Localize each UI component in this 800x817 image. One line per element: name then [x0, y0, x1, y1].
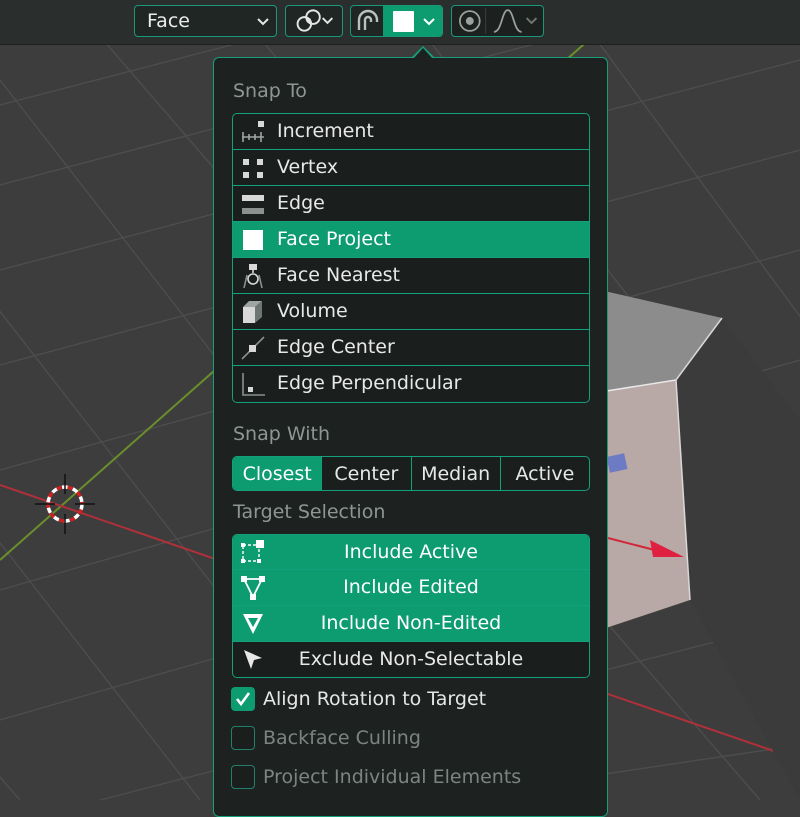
- proportional-editing-group[interactable]: [451, 5, 544, 37]
- snap-with-heading: Snap With: [233, 423, 330, 445]
- snap-to-label: Face Nearest: [277, 264, 400, 286]
- snap-to-edge-center[interactable]: Edge Center: [233, 330, 589, 366]
- snap-with-active[interactable]: Active: [501, 457, 589, 490]
- snap-target-value: Face: [147, 10, 190, 32]
- target-selection-list: Include Active Include Edited Include No…: [232, 534, 590, 678]
- target-exclude-non-selectable[interactable]: Exclude Non-Selectable: [233, 642, 589, 677]
- edge-perpendicular-icon: [242, 373, 265, 396]
- backface-culling-checkbox[interactable]: Backface Culling: [231, 723, 591, 753]
- snap-to-label: Edge Perpendicular: [277, 372, 462, 394]
- checkbox-box[interactable]: [231, 687, 255, 711]
- snap-target-dropdown[interactable]: Face: [134, 5, 277, 37]
- snap-to-label: Increment: [277, 120, 374, 142]
- volume-icon: [243, 301, 262, 323]
- chevron-down-icon: [257, 18, 269, 26]
- snap-to-label: Face Project: [277, 228, 392, 250]
- proportional-editing-icon[interactable]: [452, 6, 488, 36]
- target-selection-label: Include Non-Edited: [320, 612, 502, 634]
- snap-with-selector: Closest Center Median Active: [232, 456, 590, 491]
- checkbox-box[interactable]: [231, 726, 255, 750]
- snap-to-increment[interactable]: Increment: [233, 114, 589, 150]
- snap-to-volume[interactable]: Volume: [233, 294, 589, 330]
- target-include-active[interactable]: Include Active: [233, 535, 589, 570]
- project-individual-label: Project Individual Elements: [263, 766, 522, 788]
- increment-icon: [242, 121, 264, 142]
- edge-icon: [242, 195, 264, 214]
- link-rings-icon: [296, 9, 334, 32]
- target-selection-label: Include Edited: [343, 576, 479, 598]
- snap-to-vertex[interactable]: Vertex: [233, 150, 589, 186]
- snap-to-edge-perpendicular[interactable]: Edge Perpendicular: [233, 366, 589, 402]
- vertex-icon: [243, 159, 263, 178]
- snap-with-median[interactable]: Median: [412, 457, 501, 490]
- target-selection-label: Include Active: [344, 541, 478, 563]
- magnet-icon[interactable]: [351, 6, 383, 36]
- align-rotation-checkbox[interactable]: Align Rotation to Target: [231, 684, 591, 714]
- target-include-edited[interactable]: Include Edited: [233, 570, 589, 606]
- transform-pivot-dropdown[interactable]: [285, 5, 343, 37]
- snap-to-label: Volume: [277, 300, 348, 322]
- checkbox-box[interactable]: [231, 765, 255, 789]
- snap-to-label: Edge Center: [277, 336, 395, 358]
- snap-to-heading: Snap To: [233, 80, 307, 102]
- falloff-curve-icon[interactable]: [488, 6, 543, 36]
- align-rotation-label: Align Rotation to Target: [263, 688, 487, 710]
- snap-with-center[interactable]: Center: [322, 457, 412, 490]
- snap-to-label: Vertex: [277, 156, 339, 178]
- snap-to-face-nearest[interactable]: Face Nearest: [233, 258, 589, 294]
- target-selection-heading: Target Selection: [233, 501, 386, 523]
- snap-to-list: Increment Vertex Edge Face Project Face …: [232, 113, 590, 403]
- target-selection-label: Exclude Non-Selectable: [298, 648, 524, 670]
- snap-to-edge[interactable]: Edge: [233, 186, 589, 222]
- backface-culling-label: Backface Culling: [263, 727, 421, 749]
- snap-to-label: Edge: [277, 192, 325, 214]
- square-icon: [393, 11, 414, 32]
- project-individual-checkbox[interactable]: Project Individual Elements: [231, 762, 591, 792]
- snap-with-closest[interactable]: Closest: [233, 457, 323, 490]
- face-nearest-icon: [243, 264, 263, 289]
- snap-to-face-project[interactable]: Face Project: [233, 222, 589, 258]
- edge-center-icon: [241, 336, 265, 360]
- checkmark-icon: [235, 692, 251, 707]
- target-include-non-edited[interactable]: Include Non-Edited: [233, 606, 589, 642]
- face-project-icon: [243, 230, 263, 250]
